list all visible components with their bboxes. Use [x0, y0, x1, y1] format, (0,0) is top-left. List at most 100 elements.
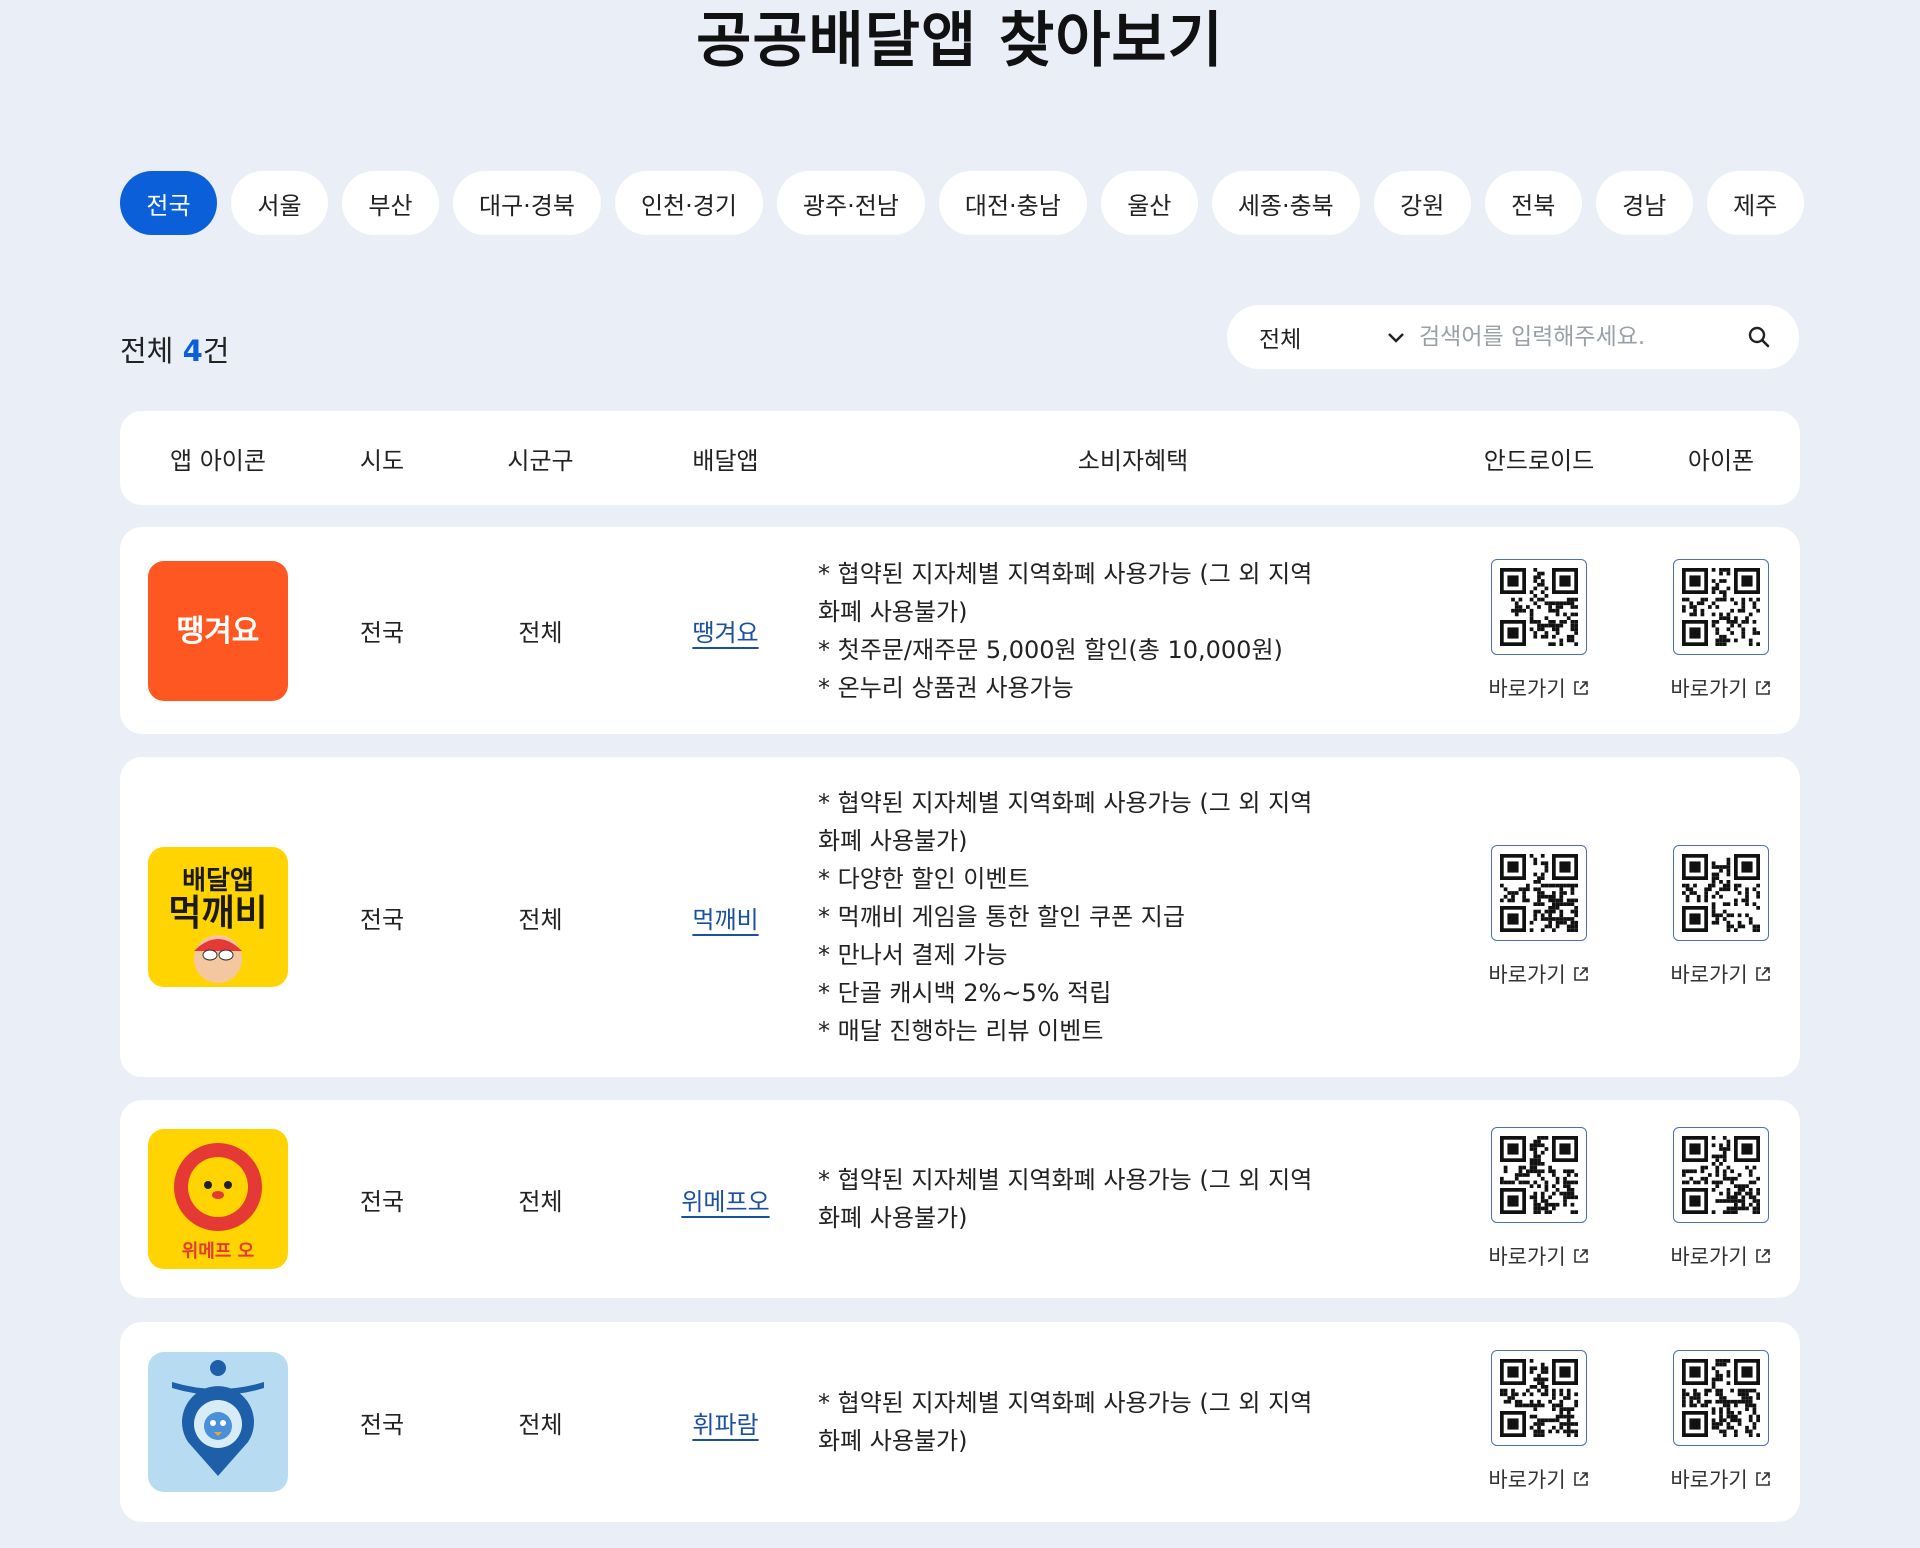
go-link-label: 바로가기 — [1488, 1245, 1566, 1269]
total-count-number: 4 — [182, 334, 203, 368]
benefit-item: * 만나서 결제 가능 — [818, 941, 1008, 969]
total-count-prefix: 전체 — [120, 334, 183, 368]
region-tab-incheon-gyeonggi[interactable]: 인천·경기 — [614, 171, 763, 235]
android-go-link[interactable]: 바로가기 — [1488, 959, 1589, 989]
search-icon[interactable] — [1743, 321, 1775, 353]
wemakeprice-o-logo-icon[interactable]: 위메프 오 — [148, 1129, 288, 1269]
app-icon-cell — [120, 1322, 316, 1522]
qr-code-icon — [1491, 845, 1587, 941]
header-sido: 시도 — [359, 446, 405, 475]
header-iphone: 아이폰 — [1687, 446, 1755, 475]
search-category-value: 전체 — [1259, 327, 1302, 353]
benefit-item: * 다양한 할인 이벤트 — [818, 865, 1030, 893]
qr-code-icon — [1491, 558, 1587, 655]
table-row: 위메프 오 전국 전체 위메프오 * 협약된 지자체별 지역화폐 사용가능 (그… — [120, 1100, 1800, 1298]
region-tab-busan[interactable]: 부산 — [342, 171, 439, 235]
go-link-label: 바로가기 — [1670, 1245, 1748, 1269]
app-icon-cell: 위메프 오 — [120, 1100, 316, 1298]
ddaengyeoyo-logo-icon[interactable]: 땡겨요 — [148, 560, 288, 701]
header-app-icon: 앱 아이콘 — [170, 446, 266, 475]
qr-code-icon — [1673, 1127, 1769, 1223]
iphone-go-link[interactable]: 바로가기 — [1670, 1464, 1771, 1494]
benefit-item: * 매달 진행하는 리뷰 이벤트 — [818, 1017, 1104, 1045]
region-tab-daegu-gyeongbuk[interactable]: 대구·경북 — [453, 171, 601, 235]
row-sido: 전국 — [359, 1410, 405, 1439]
row-sido: 전국 — [359, 1187, 405, 1216]
chevron-down-icon — [1387, 324, 1405, 350]
external-link-icon — [1573, 680, 1588, 695]
region-tab-sejong-chungbuk[interactable]: 세종·충북 — [1211, 171, 1360, 235]
go-link-label: 바로가기 — [1670, 1468, 1748, 1492]
header-android: 안드로이드 — [1483, 446, 1595, 475]
region-tab-gwangju-jeonnam[interactable]: 광주·전남 — [776, 171, 925, 235]
benefit-item: * 먹깨비 게임을 통한 할인 쿠폰 지급 — [818, 903, 1185, 931]
table-row: 전국 전체 휘파람 * 협약된 지자체별 지역화폐 사용가능 (그 외 지역화폐… — [120, 1322, 1800, 1522]
row-sido: 전국 — [359, 619, 405, 647]
svg-text:배달앱: 배달앱 — [182, 866, 254, 896]
benefit-item: * 협약된 지자체별 지역화폐 사용가능 (그 외 지역화폐 사용불가) — [818, 789, 1313, 855]
row-sigungu: 전체 — [518, 905, 563, 934]
search-box: 전체 — [1227, 305, 1799, 369]
benefit-list: * 협약된 지자체별 지역화폐 사용가능 (그 외 지역화폐 사용불가) * 다… — [652, 784, 1318, 1050]
qr-code-icon — [1491, 1350, 1587, 1446]
whipparam-logo-icon[interactable] — [148, 1352, 288, 1492]
android-go-link[interactable]: 바로가기 — [1488, 1464, 1589, 1494]
benefit-item: * 협약된 지자체별 지역화폐 사용가능 (그 외 지역화폐 사용불가) — [818, 559, 1313, 626]
benefit-item: * 협약된 지자체별 지역화폐 사용가능 (그 외 지역화폐 사용불가) — [818, 1166, 1313, 1232]
android-go-link[interactable]: 바로가기 — [1488, 673, 1589, 703]
header-benefit: 소비자혜택 — [1077, 446, 1189, 475]
qr-code-icon — [1491, 1127, 1587, 1223]
iphone-cell: 바로가기 — [1630, 527, 1812, 734]
external-link-icon — [1755, 1472, 1770, 1486]
android-cell: 바로가기 — [1448, 757, 1630, 1077]
total-count: 전체 4건 — [120, 328, 229, 370]
external-link-icon — [1573, 967, 1588, 981]
mukkebi-logo-icon[interactable]: 배달앱 먹깨비 — [148, 847, 288, 987]
iphone-go-link[interactable]: 바로가기 — [1670, 959, 1771, 989]
app-icon-cell: 배달앱 먹깨비 — [120, 757, 316, 1077]
search-input[interactable] — [1417, 323, 1743, 351]
region-tabs: 전국 서울 부산 대구·경북 인천·경기 광주·전남 대전·충남 울산 세종·충… — [120, 171, 1804, 235]
iphone-cell: 바로가기 — [1630, 1100, 1812, 1298]
android-go-link[interactable]: 바로가기 — [1488, 1241, 1589, 1271]
go-link-label: 바로가기 — [1488, 1468, 1566, 1492]
table-header: 앱 아이콘 시도 시군구 배달앱 소비자혜택 안드로이드 아이폰 — [120, 411, 1800, 505]
row-benefit: * 협약된 지자체별 지역화폐 사용가능 (그 외 지역화폐 사용불가) * 첫… — [652, 527, 1512, 734]
region-tab-jeju[interactable]: 제주 — [1706, 171, 1804, 235]
region-tab-jeonbuk[interactable]: 전북 — [1484, 171, 1582, 235]
region-tab-gyeongnam[interactable]: 경남 — [1595, 171, 1693, 235]
svg-text:위메프 오: 위메프 오 — [182, 1241, 255, 1262]
search-category-select[interactable]: 전체 — [1259, 320, 1417, 354]
benefit-list: * 협약된 지자체별 지역화폐 사용가능 (그 외 지역화폐 사용불가) * 첫… — [652, 555, 1318, 707]
table-row: 땡겨요 전국 전체 땡겨요 * 협약된 지자체별 지역화폐 사용가능 (그 외 … — [120, 527, 1800, 734]
external-link-icon — [1755, 680, 1770, 695]
svg-text:땡겨요: 땡겨요 — [177, 614, 260, 649]
benefit-list: * 협약된 지자체별 지역화폐 사용가능 (그 외 지역화폐 사용불가) — [652, 1384, 1318, 1460]
iphone-cell: 바로가기 — [1630, 1322, 1812, 1522]
external-link-icon — [1755, 1249, 1770, 1263]
iphone-go-link[interactable]: 바로가기 — [1670, 673, 1771, 703]
android-cell: 바로가기 — [1448, 1100, 1630, 1298]
region-tab-daejeon-chungnam[interactable]: 대전·충남 — [938, 171, 1087, 235]
iphone-go-link[interactable]: 바로가기 — [1670, 1241, 1771, 1271]
app-icon-cell: 땡겨요 — [120, 527, 316, 734]
region-tab-seoul[interactable]: 서울 — [231, 171, 328, 235]
header-delivery-app: 배달앱 — [692, 446, 759, 475]
external-link-icon — [1573, 1472, 1588, 1486]
qr-code-icon — [1673, 558, 1769, 655]
svg-text:먹깨비: 먹깨비 — [168, 893, 267, 934]
header-sigungu: 시군구 — [507, 446, 574, 475]
go-link-label: 바로가기 — [1488, 676, 1566, 701]
region-tab-ulsan[interactable]: 울산 — [1100, 171, 1198, 235]
row-sigungu: 전체 — [518, 1410, 563, 1439]
page-title: 공공배달앱 찾아보기 — [696, 6, 1224, 76]
android-cell: 바로가기 — [1448, 527, 1630, 734]
row-sigungu: 전체 — [518, 1187, 563, 1216]
region-tab-all[interactable]: 전국 — [120, 171, 217, 235]
qr-code-icon — [1673, 1350, 1769, 1446]
row-sigungu: 전체 — [518, 619, 563, 647]
region-tab-gangwon[interactable]: 강원 — [1373, 171, 1471, 235]
table-row: 배달앱 먹깨비 전국 전체 먹깨비 * 협약된 지자체별 지역화폐 사용가능 (… — [120, 757, 1800, 1077]
row-benefit: * 협약된 지자체별 지역화폐 사용가능 (그 외 지역화폐 사용불가) — [652, 1100, 1512, 1298]
row-benefit: * 협약된 지자체별 지역화폐 사용가능 (그 외 지역화폐 사용불가) * 다… — [652, 757, 1512, 1077]
